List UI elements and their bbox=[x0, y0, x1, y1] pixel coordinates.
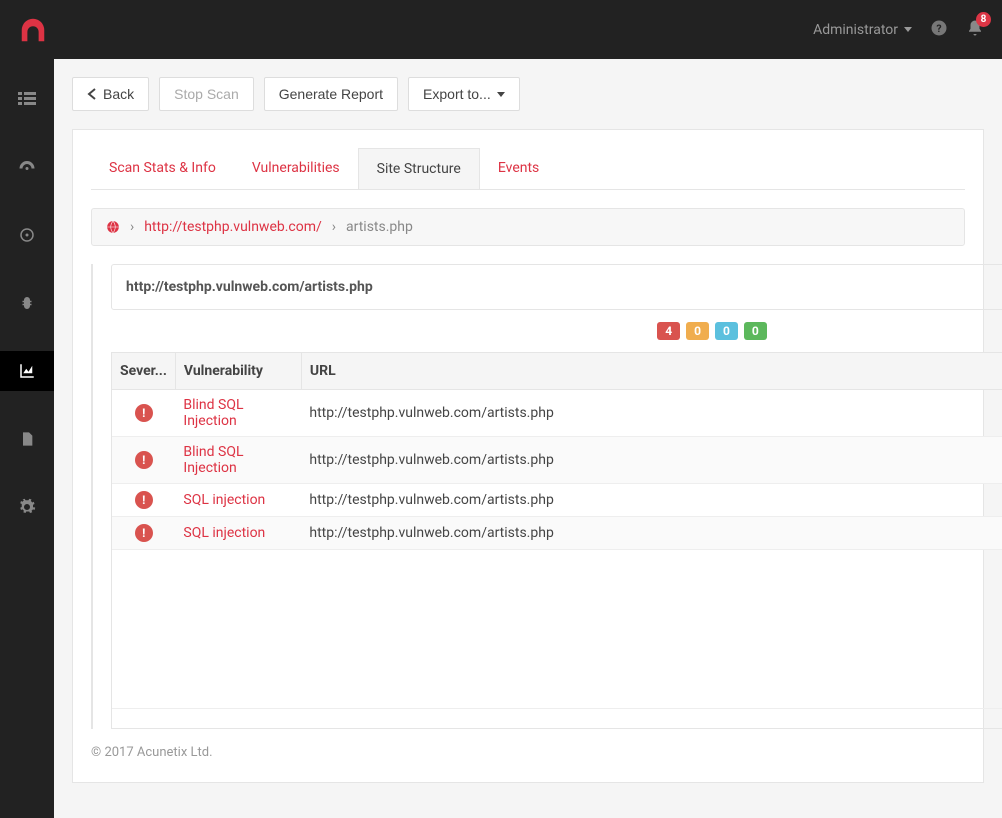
sidebar-item-target[interactable] bbox=[0, 215, 54, 255]
target-icon bbox=[18, 226, 36, 244]
gear-icon bbox=[18, 498, 36, 516]
col-vulnerability[interactable]: Vulnerability bbox=[175, 353, 301, 390]
vulnerability-link[interactable]: SQL injection bbox=[183, 492, 265, 508]
back-label: Back bbox=[103, 86, 134, 102]
sidebar-item-bug[interactable] bbox=[0, 283, 54, 323]
tab-site-structure[interactable]: Site Structure bbox=[358, 148, 480, 189]
table-row[interactable]: ! Blind SQL Injection http://testphp.vulnw… bbox=[112, 390, 1002, 437]
breadcrumb-root[interactable]: http://testphp.vulnweb.com/ bbox=[144, 219, 322, 235]
tab-vulnerabilities[interactable]: Vulnerabilities bbox=[234, 148, 358, 189]
help-button[interactable]: ? bbox=[930, 19, 948, 41]
caret-down-icon bbox=[497, 92, 505, 97]
vulnerability-link[interactable]: SQL injection bbox=[183, 525, 265, 541]
severity-high-icon: ! bbox=[135, 451, 153, 469]
export-label: Export to... bbox=[423, 86, 491, 102]
severity-medium-badge: 0 bbox=[686, 322, 709, 340]
sidebar-item-scans[interactable] bbox=[0, 351, 54, 391]
gauge-icon bbox=[18, 158, 36, 176]
logo bbox=[18, 15, 48, 45]
table-row[interactable]: ! SQL injection http://testphp.vulnweb.com… bbox=[112, 484, 1002, 517]
notifications-button[interactable]: 8 bbox=[966, 19, 984, 41]
vulnerability-link[interactable]: Blind SQL Injection bbox=[183, 397, 243, 429]
vulnerability-table: Sever... Vulnerability URL Parameter Sta… bbox=[112, 353, 1002, 550]
site-tree: http://testphp.vulnweb.c .idea_mmServerS… bbox=[91, 264, 93, 729]
severity-badges: 4 0 0 0 bbox=[111, 310, 1002, 352]
breadcrumb-current: artists.php bbox=[346, 219, 413, 235]
sidebar bbox=[0, 59, 54, 818]
breadcrumb-separator: › bbox=[332, 219, 336, 235]
table-row[interactable]: ! SQL injection http://testphp.vulnweb.com… bbox=[112, 517, 1002, 550]
severity-high-icon: ! bbox=[135, 491, 153, 509]
main-panel: Scan Stats & InfoVulnerabilitiesSite Str… bbox=[72, 129, 984, 783]
stop-label: Stop Scan bbox=[174, 86, 239, 102]
svg-text:?: ? bbox=[936, 21, 941, 34]
chart-icon bbox=[18, 362, 36, 380]
breadcrumb-separator: › bbox=[130, 219, 134, 235]
severity-high-icon: ! bbox=[135, 404, 153, 422]
row-url: http://testphp.vulnweb.com/artists.php bbox=[301, 484, 1002, 517]
detail-url: http://testphp.vulnweb.com/artists.php bbox=[111, 264, 1002, 310]
severity-high-icon: ! bbox=[135, 524, 153, 542]
generate-report-button[interactable]: Generate Report bbox=[264, 77, 398, 111]
severity-info-badge: 0 bbox=[744, 322, 767, 340]
export-button[interactable]: Export to... bbox=[408, 77, 520, 111]
tab-events[interactable]: Events bbox=[480, 148, 557, 189]
report-label: Generate Report bbox=[279, 86, 383, 102]
toolbar: Back Stop Scan Generate Report Export to… bbox=[72, 77, 984, 111]
sidebar-item-settings[interactable] bbox=[0, 487, 54, 527]
detail-panel: http://testphp.vulnweb.com/artists.php 4… bbox=[111, 264, 1002, 729]
top-bar: Administrator ? 8 bbox=[0, 0, 1002, 59]
sidebar-item-dashboard[interactable] bbox=[0, 79, 54, 119]
caret-down-icon bbox=[904, 27, 912, 32]
footer-copyright: © 2017 Acunetix Ltd. bbox=[91, 729, 965, 764]
row-url: http://testphp.vulnweb.com/artists.php bbox=[301, 437, 1002, 484]
severity-high-badge: 4 bbox=[657, 322, 680, 340]
help-icon: ? bbox=[930, 19, 948, 37]
notification-badge: 8 bbox=[976, 12, 991, 27]
globe-icon bbox=[106, 220, 120, 234]
stop-scan-button[interactable]: Stop Scan bbox=[159, 77, 254, 111]
user-label: Administrator bbox=[813, 22, 898, 38]
document-icon bbox=[19, 430, 35, 448]
user-menu[interactable]: Administrator bbox=[813, 22, 912, 38]
vulnerability-table-wrap: Sever... Vulnerability URL Parameter Sta… bbox=[111, 352, 1002, 729]
vulnerability-link[interactable]: Blind SQL Injection bbox=[183, 444, 243, 476]
tabs-bar: Scan Stats & InfoVulnerabilitiesSite Str… bbox=[91, 148, 965, 190]
chevron-left-icon bbox=[87, 88, 97, 100]
severity-low-badge: 0 bbox=[715, 322, 738, 340]
sidebar-item-gauge[interactable] bbox=[0, 147, 54, 187]
col-severity[interactable]: Sever... bbox=[112, 353, 175, 390]
list-icon bbox=[18, 92, 36, 106]
col-url[interactable]: URL bbox=[301, 353, 1002, 390]
table-hscroll[interactable] bbox=[112, 708, 1002, 728]
tab-scan-stats-info[interactable]: Scan Stats & Info bbox=[91, 148, 234, 189]
breadcrumb: › http://testphp.vulnweb.com/ › artists.… bbox=[91, 208, 965, 246]
row-url: http://testphp.vulnweb.com/artists.php bbox=[301, 390, 1002, 437]
back-button[interactable]: Back bbox=[72, 77, 149, 111]
table-row[interactable]: ! Blind SQL Injection http://testphp.vulnw… bbox=[112, 437, 1002, 484]
bug-icon bbox=[18, 294, 36, 312]
row-url: http://testphp.vulnweb.com/artists.php bbox=[301, 517, 1002, 550]
sidebar-item-reports[interactable] bbox=[0, 419, 54, 459]
